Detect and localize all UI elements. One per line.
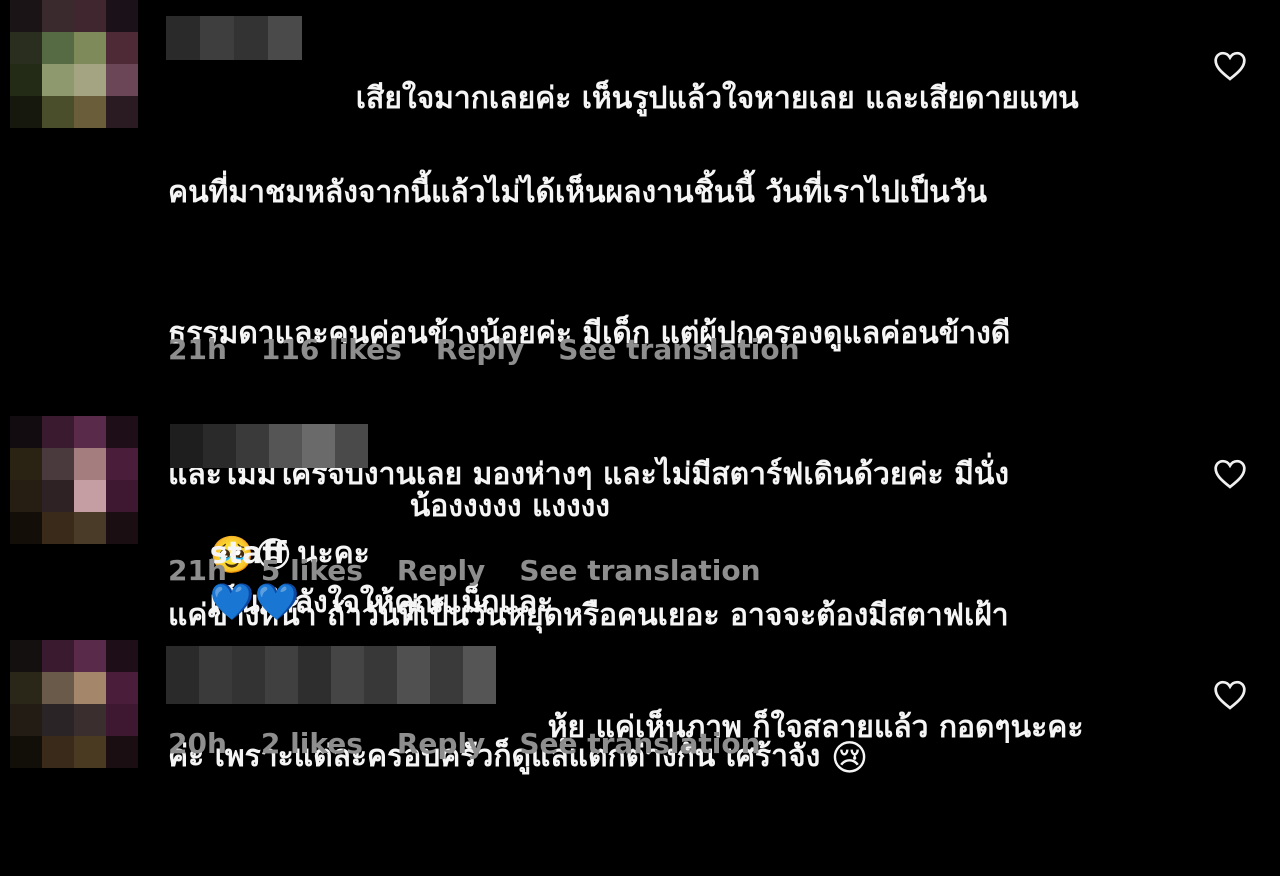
- comment-text-line: น้องงงงง แงงงง: [409, 489, 610, 524]
- reply-button[interactable]: Reply: [397, 727, 485, 760]
- comment-meta: 21h 116 likes Reply See translation: [168, 333, 834, 366]
- see-translation-button[interactable]: See translation: [519, 727, 760, 760]
- avatar[interactable]: [10, 0, 138, 128]
- comment-text-line: คนที่มาชมหลังจากนี้แล้วไม่ได้เห็นผลงานชิ…: [168, 175, 987, 210]
- see-translation-button[interactable]: See translation: [558, 333, 799, 366]
- likes-count[interactable]: 2 likes: [261, 727, 363, 760]
- reply-button[interactable]: Reply: [436, 333, 524, 366]
- likes-count[interactable]: 116 likes: [261, 333, 402, 366]
- blue-heart-emoji: 💙💙: [209, 582, 300, 623]
- comment-meta: 20h 2 likes Reply See translation: [168, 727, 795, 760]
- comment-time: 21h: [168, 554, 227, 587]
- comment-meta: 21h 5 likes Reply See translation: [168, 554, 795, 587]
- likes-count[interactable]: 5 likes: [261, 554, 363, 587]
- comment-time: 21h: [168, 333, 227, 366]
- see-translation-button[interactable]: See translation: [519, 554, 760, 587]
- heart-outline-icon[interactable]: [1213, 51, 1247, 81]
- avatar[interactable]: [10, 416, 138, 544]
- heart-outline-icon[interactable]: [1213, 459, 1247, 489]
- reply-button[interactable]: Reply: [397, 554, 485, 587]
- heart-outline-icon[interactable]: [1213, 680, 1247, 710]
- comment-time: 20h: [168, 727, 227, 760]
- avatar[interactable]: [10, 640, 138, 768]
